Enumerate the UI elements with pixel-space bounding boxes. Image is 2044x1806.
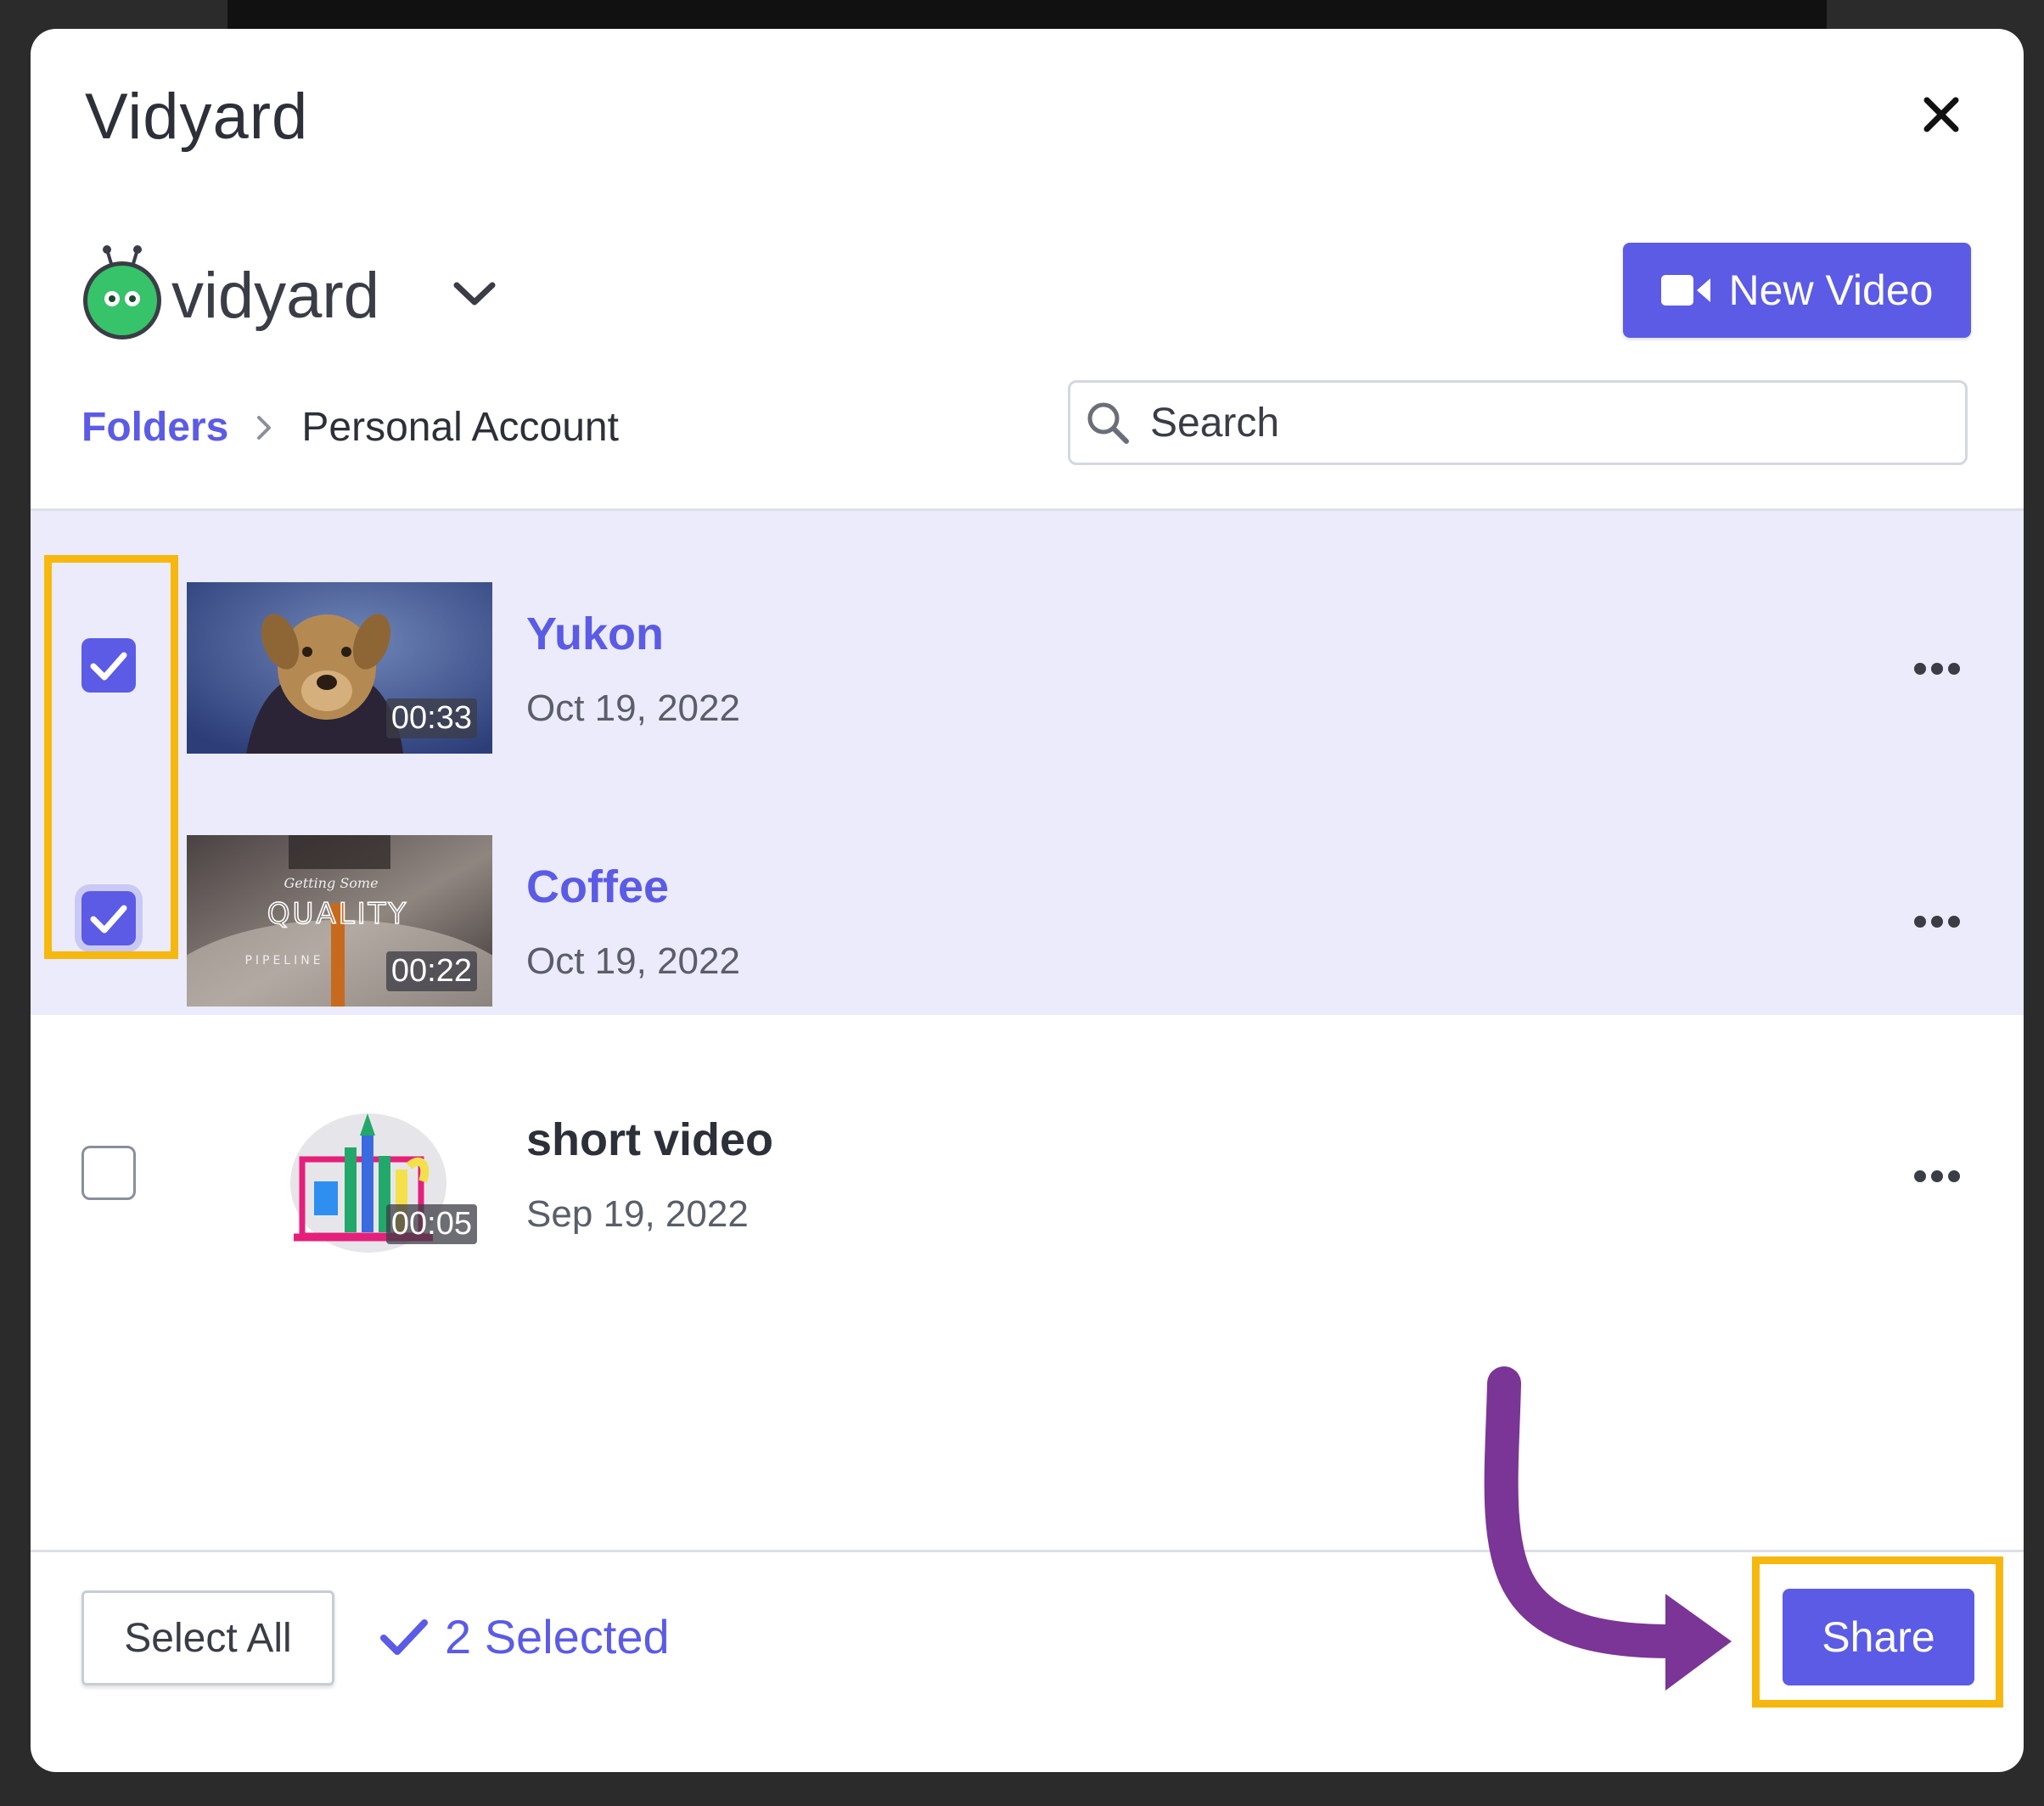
breadcrumb-folders-link[interactable]: Folders [81, 404, 228, 451]
vidyard-modal: Vidyard vidyard New Video Folders Person… [31, 29, 2024, 1772]
modal-title: Vidyard [85, 81, 309, 153]
video-more-button[interactable] [1903, 1159, 1971, 1193]
video-title[interactable]: short video [526, 1113, 773, 1166]
checkmark-icon [90, 652, 127, 681]
video-checkbox-yukon[interactable] [81, 638, 136, 693]
vidyard-logo: vidyard [78, 241, 452, 343]
share-button[interactable]: Share [1783, 1589, 1974, 1685]
select-all-button[interactable]: Select All [81, 1590, 334, 1685]
video-title[interactable]: Coffee [526, 861, 669, 913]
more-dots-icon [1914, 663, 1960, 675]
video-duration: 00:22 [385, 951, 477, 991]
video-more-button[interactable] [1903, 652, 1971, 686]
more-dots-icon [1914, 1170, 1960, 1182]
video-row-yukon[interactable]: 00:33 Yukon Oct 19, 2022 [31, 553, 2024, 754]
breadcrumb-current: Personal Account [301, 405, 619, 450]
svg-text:PIPELINE: PIPELINE [244, 954, 323, 968]
video-date: Oct 19, 2022 [526, 687, 740, 729]
video-duration: 00:05 [385, 1204, 477, 1244]
account-dropdown[interactable] [445, 265, 504, 324]
video-checkbox-coffee[interactable] [81, 891, 136, 945]
selected-count: 2 Selected [379, 1609, 670, 1664]
chevron-down-icon [453, 282, 496, 306]
video-more-button[interactable] [1903, 905, 1971, 939]
close-button[interactable] [1912, 85, 1971, 144]
footer-divider [31, 1550, 2024, 1552]
chevron-right-icon [257, 415, 272, 440]
checkmark-icon [380, 1618, 428, 1655]
close-icon [1923, 97, 1959, 132]
svg-text:Getting Some: Getting Some [284, 875, 378, 891]
video-date: Sep 19, 2022 [526, 1193, 749, 1235]
video-row-coffee[interactable]: Getting Some QUALITY PIPELINE 00:22 Coff… [31, 806, 2024, 1007]
svg-text:vidyard: vidyard [171, 260, 379, 332]
video-row-short-video[interactable]: 00:05 short video Sep 19, 2022 [31, 1059, 2024, 1259]
new-video-button[interactable]: New Video [1623, 243, 1971, 338]
video-duration: 00:33 [385, 698, 477, 738]
video-thumbnail-short-video[interactable]: 00:05 [187, 1088, 492, 1259]
search-icon [1087, 402, 1129, 444]
search-input[interactable] [1148, 398, 1933, 447]
svg-text:QUALITY: QUALITY [267, 897, 408, 931]
breadcrumb: Folders Personal Account [81, 404, 619, 451]
video-title[interactable]: Yukon [526, 608, 664, 660]
video-date: Oct 19, 2022 [526, 940, 740, 982]
selected-count-label: 2 Selected [445, 1610, 670, 1663]
more-dots-icon [1914, 916, 1960, 928]
vidyard-mascot-icon [83, 245, 161, 339]
video-thumbnail-coffee[interactable]: Getting Some QUALITY PIPELINE 00:22 [187, 835, 492, 1007]
new-video-label: New Video [1728, 266, 1934, 314]
checkmark-icon [90, 905, 127, 934]
search-box[interactable] [1068, 380, 1968, 465]
video-thumbnail-yukon[interactable]: 00:33 [187, 582, 492, 754]
video-camera-icon [1660, 275, 1710, 306]
background-window-bar [227, 0, 1827, 29]
video-checkbox-short-video[interactable] [81, 1146, 136, 1200]
